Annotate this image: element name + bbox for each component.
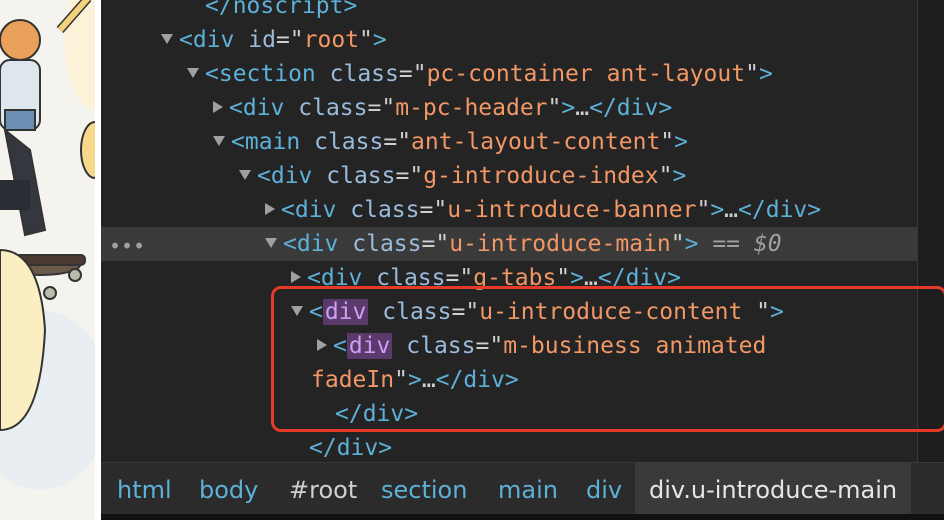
code-token: > xyxy=(684,231,699,257)
code-token: =" xyxy=(395,163,424,189)
code-token: =" xyxy=(383,129,412,155)
collapse-triangle-icon[interactable] xyxy=(265,237,277,248)
cartoon-illustration-image xyxy=(0,0,95,520)
dom-node-row[interactable]: <div id="root"> xyxy=(101,23,918,57)
breadcrumb-main[interactable]: main xyxy=(498,463,558,517)
code-token: <div xyxy=(179,27,249,53)
code-token: </div> xyxy=(589,95,673,121)
code-token: class xyxy=(326,163,396,189)
expand-triangle-icon[interactable] xyxy=(213,101,223,113)
code-token: " xyxy=(670,231,685,257)
code-token: =" xyxy=(421,231,450,257)
code-token: class xyxy=(352,231,422,257)
code-token: m-pc-header xyxy=(395,95,548,121)
code-token: " xyxy=(359,27,373,53)
highlight-annotation-box xyxy=(271,286,944,432)
code-token: > xyxy=(372,27,387,53)
code-token: =" xyxy=(419,197,448,223)
collapse-triangle-icon[interactable] xyxy=(187,67,199,78)
code-token: > xyxy=(672,163,687,189)
code-token: id xyxy=(248,27,276,53)
code-token: … xyxy=(724,197,739,223)
code-token: <section xyxy=(205,61,330,87)
dom-node-row[interactable]: <main class="ant-layout-content"> xyxy=(101,125,918,159)
code-token: class xyxy=(298,95,368,121)
breadcrumb-body[interactable]: body xyxy=(199,463,258,517)
code-token: <div xyxy=(257,163,327,189)
code-token: > xyxy=(674,129,689,155)
dom-node-row[interactable]: <div class="u-introduce-banner">…</div> xyxy=(101,193,918,227)
code-token: u-introduce-main xyxy=(449,231,671,257)
collapse-triangle-icon[interactable] xyxy=(213,135,225,146)
code-token: =" xyxy=(367,95,396,121)
code-token: " xyxy=(660,129,675,155)
code-token: class xyxy=(329,61,399,87)
breadcrumb-html[interactable]: html xyxy=(117,463,172,517)
expand-triangle-icon[interactable] xyxy=(291,271,301,283)
collapse-triangle-icon[interactable] xyxy=(161,33,173,44)
breadcrumb: html body #root section main div div.u-i… xyxy=(101,462,944,520)
code-token: <div xyxy=(229,95,299,121)
code-token: <div xyxy=(283,231,353,257)
devtools-elements-panel: </noscript> <div id="root"> <section class… xyxy=(101,0,944,520)
code-token: <main xyxy=(231,129,315,155)
code-token: </div> xyxy=(738,197,822,223)
breadcrumb-div[interactable]: div xyxy=(586,463,622,517)
expand-triangle-icon[interactable] xyxy=(265,203,275,215)
code-token: </div> xyxy=(309,435,393,461)
dom-node-row[interactable]: <section class="pc-container ant-layout"… xyxy=(101,57,918,91)
code-token: " xyxy=(658,163,673,189)
breadcrumb-active-node[interactable]: div.u-introduce-main xyxy=(635,463,912,517)
code-token: == xyxy=(698,231,754,257)
dom-node-row[interactable]: </div> xyxy=(101,431,918,465)
code-token: … xyxy=(575,95,590,121)
breadcrumb-section[interactable]: section xyxy=(381,463,467,517)
dom-node-row[interactable]: <div class="m-pc-header">…</div> xyxy=(101,91,918,125)
code-token: > xyxy=(758,61,773,87)
code-token: =" xyxy=(275,27,304,53)
code-token: g-introduce-index xyxy=(423,163,659,189)
code-token: <div xyxy=(281,197,351,223)
selected-node-dots-icon[interactable]: ••• xyxy=(109,236,145,256)
code-token: " xyxy=(547,95,562,121)
code-token: pc-container ant-layout xyxy=(426,61,746,87)
code-token: =" xyxy=(398,61,427,87)
code-token: class xyxy=(314,129,384,155)
code-token: > xyxy=(710,197,725,223)
page-illustration xyxy=(0,0,95,520)
collapse-triangle-icon[interactable] xyxy=(239,169,251,180)
breadcrumb-root[interactable]: #root xyxy=(289,463,357,517)
code-token: ant-layout-content xyxy=(411,129,661,155)
code-token: root xyxy=(303,27,360,53)
bottom-edge xyxy=(101,514,944,520)
code-token: class xyxy=(350,197,420,223)
code-token: > xyxy=(561,95,576,121)
code-token: " xyxy=(745,61,759,87)
code-token: " xyxy=(696,197,711,223)
code-token: </noscript> xyxy=(205,0,358,19)
code-token: $0 xyxy=(753,231,782,257)
dom-node-row[interactable]: </noscript> xyxy=(101,0,918,23)
code-token: u-introduce-banner xyxy=(447,197,697,223)
dom-node-row[interactable]: <div class="g-introduce-index"> xyxy=(101,159,918,193)
dom-node-row-selected[interactable]: <div class="u-introduce-main"> == $0 xyxy=(101,227,918,261)
